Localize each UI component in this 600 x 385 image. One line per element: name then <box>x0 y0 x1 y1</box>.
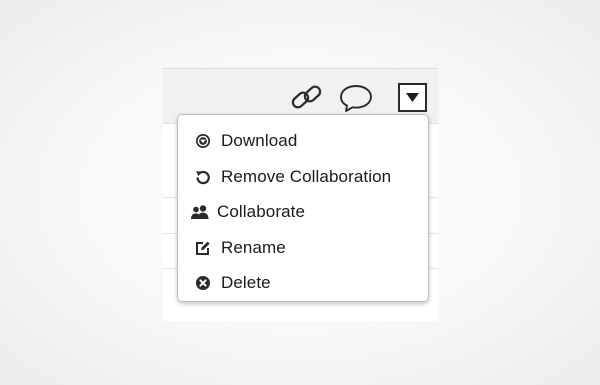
menu-item-delete[interactable]: Delete <box>178 267 428 299</box>
menu-item-remove-collaboration[interactable]: Remove Collaboration <box>178 161 428 193</box>
menu-item-label: Rename <box>221 238 286 257</box>
menu-item-download[interactable]: Download <box>178 125 428 157</box>
delete-icon <box>195 275 211 291</box>
download-icon <box>195 133 211 149</box>
edit-icon <box>195 240 211 256</box>
undo-icon <box>195 169 211 185</box>
caret-down-icon[interactable] <box>398 83 427 112</box>
users-icon <box>190 204 210 220</box>
link-icon[interactable] <box>289 83 325 113</box>
file-options-menu: Download Remove Collaboration Collaborat… <box>177 114 429 302</box>
menu-item-label: Download <box>221 131 298 150</box>
menu-item-collaborate[interactable]: Collaborate <box>178 196 428 228</box>
menu-item-label: Delete <box>221 273 271 292</box>
menu-item-label: Collaborate <box>217 202 306 221</box>
menu-item-rename[interactable]: Rename <box>178 232 428 264</box>
menu-item-label: Remove Collaboration <box>221 167 392 186</box>
comment-icon[interactable] <box>338 83 374 113</box>
